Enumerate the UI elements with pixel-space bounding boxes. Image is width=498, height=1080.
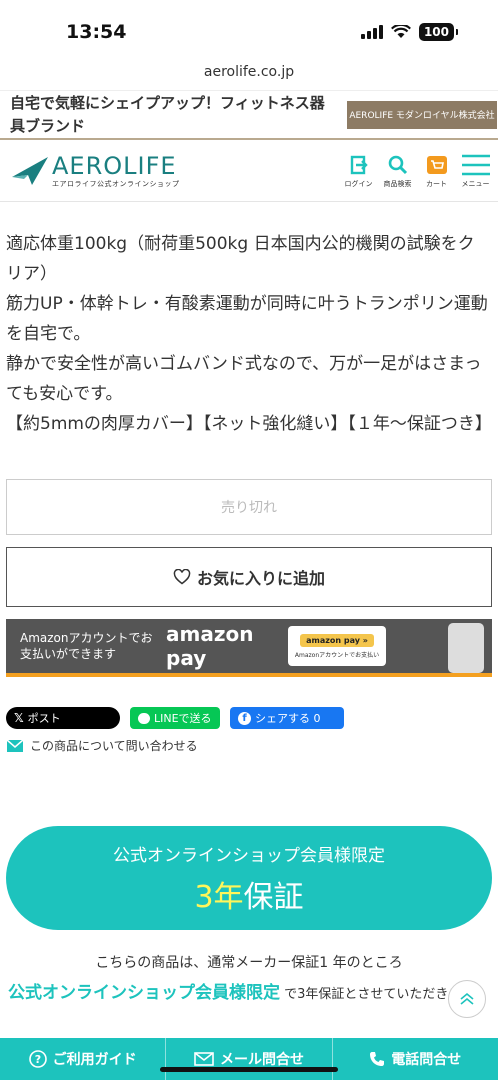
product-description: 適応体重100kg（耐荷重500kg 日本国内公的機関の試験をクリア） 筋力UP…	[0, 202, 498, 439]
share-line-label: LINEで送る	[154, 712, 212, 725]
phone-inquiry-button[interactable]: 電話問合せ	[331, 1038, 498, 1080]
add-favorite-label: お気に入りに追加	[196, 569, 325, 588]
guide-label: ご利用ガイド	[52, 1052, 137, 1068]
promo-note: こちらの商品は、通常メーカー保証1 年のところ	[95, 955, 403, 971]
signal-icon	[360, 25, 383, 39]
promo-highlight: 公式オンラインショップ会員様限定	[8, 983, 280, 1003]
nav-menu[interactable]: メニュー	[459, 153, 492, 189]
amazon-pay-banner[interactable]: Amazonアカウントでお支払いができます amazon pay amazon …	[6, 619, 492, 677]
amazon-pay-button-label: amazon pay »	[300, 633, 374, 647]
logo-mark-icon	[12, 156, 48, 185]
product-inquiry-label: この商品について問い合わせる	[30, 739, 198, 753]
nav-cart[interactable]: カート	[420, 153, 453, 189]
nav-login[interactable]: ログイン	[342, 153, 375, 189]
promo-note-tail: で3年保証とさせていただきます	[284, 987, 475, 1002]
banner-tagline: 自宅で気軽にシェイプアップ！フィットネス器具ブランド	[10, 93, 325, 135]
nav-search[interactable]: 商品検索	[381, 153, 414, 189]
battery-icon: 100	[418, 23, 459, 41]
promo-title: 公式オンラインショップ会員様限定	[113, 846, 385, 866]
phone-inquiry-label: 電話問合せ	[391, 1052, 462, 1068]
warranty-promo-banner: 公式オンラインショップ会員様限定 3年保証	[6, 826, 492, 930]
x-logo-icon: 𝕏	[14, 711, 24, 725]
amazon-pay-logo: amazon pay	[166, 622, 254, 670]
bottom-action-bar: ? ご利用ガイド メール問合せ 電話問合せ	[0, 1038, 498, 1080]
share-facebook-button[interactable]: f シェアする 0	[230, 707, 344, 729]
nav-menu-label: メニュー	[461, 179, 490, 188]
product-inquiry-link[interactable]: この商品について問い合わせる	[6, 737, 492, 754]
phone-icon	[370, 1052, 385, 1066]
promo-warranty: 保証	[243, 880, 304, 915]
site-header: AEROLIFE エアロライフ公式オンラインショップ ログイン 商品検索 カート…	[0, 140, 498, 202]
logo-subtitle: エアロライフ公式オンラインショップ	[52, 179, 180, 188]
mail-icon	[6, 738, 24, 752]
share-line-button[interactable]: LINEで送る	[130, 707, 220, 729]
smartphone-illustration	[448, 623, 484, 673]
status-bar: 13:54 100	[0, 0, 498, 64]
svg-text:?: ?	[34, 1053, 40, 1066]
address-bar[interactable]: aerolife.co.jp	[0, 64, 498, 90]
envelope-icon	[194, 1052, 214, 1066]
description-line: 筋力UP・体幹トレ・有酸素運動が同時に叶うトランポリン運動を自宅で。	[6, 294, 488, 344]
add-favorite-button[interactable]: お気に入りに追加	[6, 547, 492, 607]
share-facebook-label: シェアする 0	[255, 712, 321, 725]
mail-inquiry-label: メール問合せ	[219, 1052, 304, 1068]
mail-inquiry-button[interactable]: メール問合せ	[165, 1038, 331, 1080]
hamburger-menu-icon	[461, 154, 490, 175]
promo-note-detail: 公式オンラインショップ会員様限定 で3年保証とさせていただきます	[0, 978, 498, 1003]
description-line: 【約5mmの肉厚カバー】【ネット強化縫い】【１年〜保証つき】	[6, 414, 492, 434]
nav-login-label: ログイン	[344, 179, 373, 188]
amazon-pay-text: Amazonアカウントでお支払いができます	[20, 631, 153, 661]
heart-icon	[173, 569, 191, 585]
search-icon	[388, 155, 407, 174]
line-logo-icon	[138, 712, 150, 724]
social-share-row: 𝕏 ポスト LINEで送る f シェアする 0	[6, 707, 492, 729]
nav-cart-label: カート	[426, 179, 447, 188]
header-nav: ログイン 商品検索 カート メニュー	[342, 153, 498, 189]
cart-icon	[426, 155, 447, 174]
guide-button[interactable]: ? ご利用ガイド	[0, 1038, 165, 1080]
site-logo[interactable]: AEROLIFE エアロライフ公式オンラインショップ	[10, 153, 342, 189]
login-icon	[350, 155, 368, 174]
share-x-button[interactable]: 𝕏 ポスト	[6, 707, 120, 729]
nav-search-label: 商品検索	[383, 179, 412, 188]
promo-years: 3年	[194, 880, 244, 915]
amazon-pay-button-image: amazon pay » Amazonアカウントでお支払い	[288, 626, 386, 666]
banner-company-logo: AEROLIFE モダンロイヤル株式会社	[347, 100, 497, 129]
help-icon: ?	[28, 1050, 47, 1068]
top-banner[interactable]: 自宅で気軽にシェイプアップ！フィットネス器具ブランド AEROLIFE モダンロ…	[0, 90, 498, 140]
logo-name: AEROLIFE	[52, 151, 177, 180]
chevron-up-icon	[460, 992, 474, 1005]
back-to-top-button[interactable]	[448, 980, 486, 1018]
wifi-icon	[390, 25, 411, 38]
share-x-label: ポスト	[27, 712, 61, 725]
description-line: 適応体重100kg（耐荷重500kg 日本国内公的機関の試験をクリア）	[6, 234, 475, 284]
facebook-logo-icon: f	[238, 711, 251, 725]
status-time: 13:54	[66, 21, 127, 43]
promo-headline: 3年保証	[6, 872, 492, 916]
amazon-pay-button-sub: Amazonアカウントでお支払い	[294, 651, 380, 659]
status-indicators: 100	[360, 23, 459, 41]
home-indicator	[160, 1067, 338, 1072]
soldout-button: 売り切れ	[6, 479, 492, 535]
description-line: 静かで安全性が高いゴムバンド式なので、万が一足がはさまっても安心です。	[6, 354, 482, 404]
